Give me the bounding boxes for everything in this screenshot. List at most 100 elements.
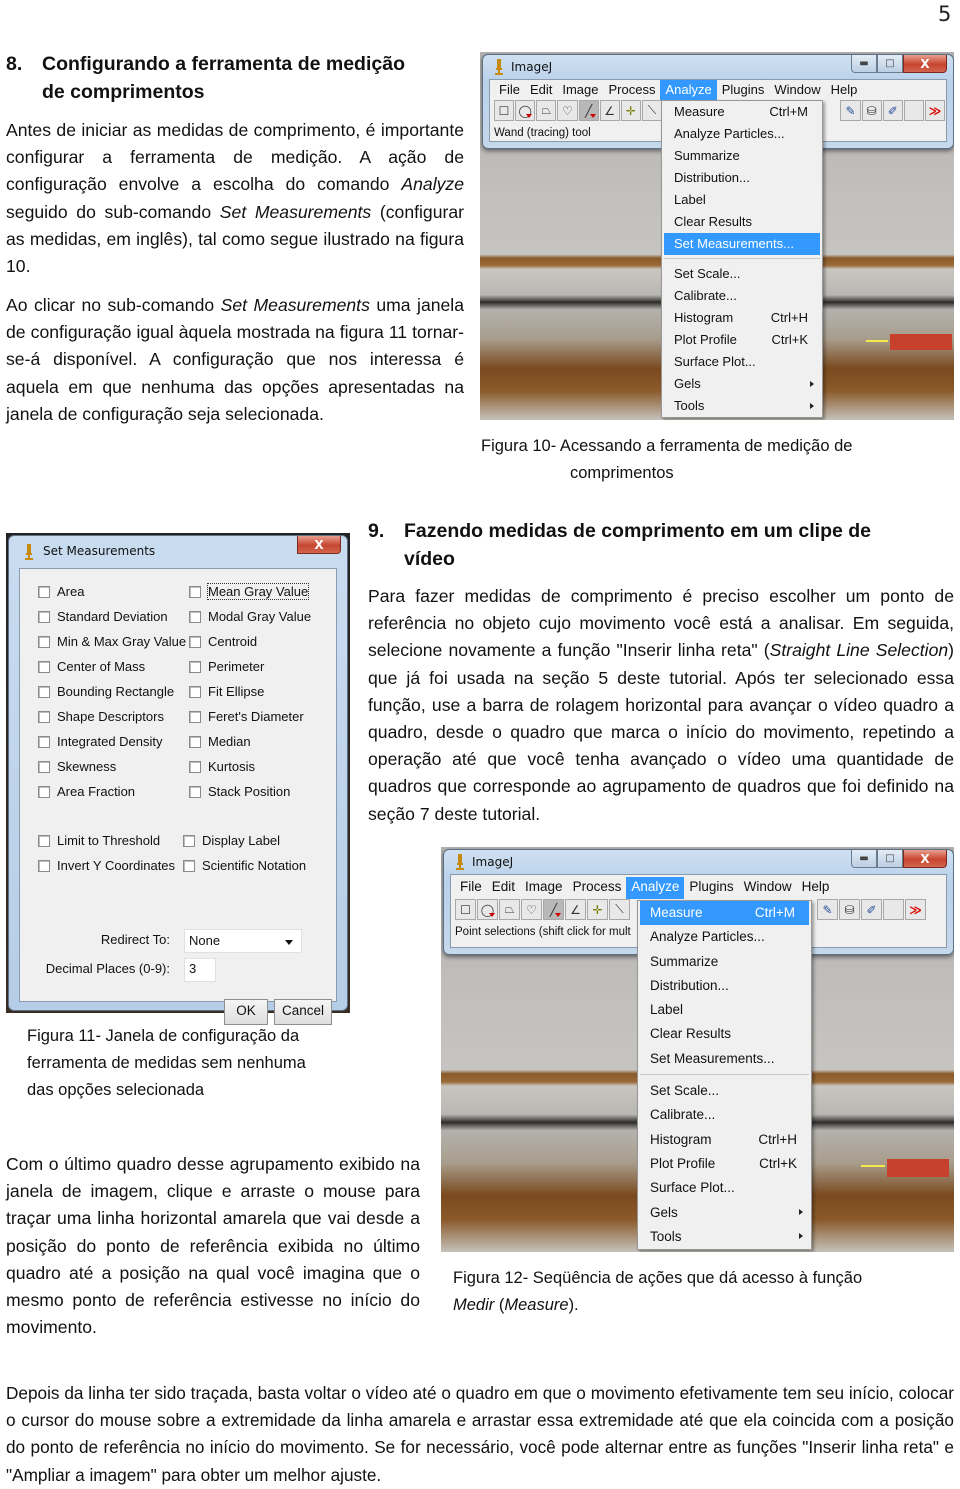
- checkbox-box[interactable]: [189, 585, 201, 598]
- oval-tool-button[interactable]: ◯: [515, 100, 536, 121]
- menu-item-set-scale[interactable]: Set Scale...: [662, 263, 822, 285]
- checkbox-box[interactable]: [38, 785, 50, 798]
- checkbox-min-max-gray-value[interactable]: Min & Max Gray Value: [38, 634, 186, 649]
- menu-item-label[interactable]: Label: [662, 189, 822, 211]
- menu-plugins[interactable]: Plugins: [717, 80, 770, 100]
- menu-item-plot-profile[interactable]: Plot Profile Ctrl+K: [662, 329, 822, 351]
- color-picker-tool-button[interactable]: ✐: [861, 899, 882, 920]
- decimal-places-input[interactable]: 3: [184, 958, 216, 982]
- menu-item-gels[interactable]: Gels: [662, 373, 822, 395]
- checkbox-box[interactable]: [38, 710, 50, 723]
- freehand-tool-button[interactable]: ♡: [557, 100, 578, 121]
- menu-item-summarize[interactable]: Summarize: [662, 145, 822, 167]
- menu-file[interactable]: File: [494, 80, 525, 100]
- rectangle-tool-button[interactable]: ☐: [494, 100, 515, 121]
- checkbox-box[interactable]: [38, 859, 50, 872]
- menu-edit[interactable]: Edit: [525, 80, 557, 100]
- menu-item-set-measurements[interactable]: Set Measurements...: [638, 1047, 811, 1071]
- checkbox-scientific-notation[interactable]: Scientific Notation: [183, 858, 306, 873]
- menu-item-histogram[interactable]: Histogram Ctrl+H: [638, 1128, 811, 1152]
- close-button[interactable]: X: [297, 536, 341, 554]
- more-tools-button[interactable]: ≫: [924, 100, 946, 121]
- freehand-tool-button[interactable]: ♡: [521, 899, 542, 920]
- maximize-button[interactable]: □: [877, 850, 903, 868]
- menu-item-calibrate[interactable]: Calibrate...: [638, 1103, 811, 1127]
- checkbox-fit-ellipse[interactable]: Fit Ellipse: [189, 684, 264, 699]
- brush-tool-button[interactable]: ✎: [817, 899, 838, 920]
- color-picker-tool-button[interactable]: ✐: [882, 100, 903, 121]
- checkbox-box[interactable]: [189, 785, 201, 798]
- menu-image[interactable]: Image: [520, 877, 568, 899]
- angle-tool-button[interactable]: ∠: [565, 899, 586, 920]
- checkbox-box[interactable]: [189, 760, 201, 773]
- checkbox-box[interactable]: [38, 610, 50, 623]
- close-button[interactable]: X: [903, 55, 947, 73]
- checkbox-invert-y-coordinates[interactable]: Invert Y Coordinates: [38, 858, 175, 873]
- menu-item-label[interactable]: Label: [638, 998, 811, 1022]
- menu-item-plot-profile[interactable]: Plot Profile Ctrl+K: [638, 1152, 811, 1176]
- cancel-button[interactable]: Cancel: [274, 999, 332, 1025]
- checkbox-box[interactable]: [38, 635, 50, 648]
- menu-item-distribution[interactable]: Distribution...: [662, 167, 822, 189]
- maximize-button[interactable]: □: [877, 55, 903, 73]
- checkbox-standard-deviation[interactable]: Standard Deviation: [38, 609, 168, 624]
- more-tools-button[interactable]: ≫: [905, 899, 926, 920]
- checkbox-box[interactable]: [183, 859, 195, 872]
- checkbox-box[interactable]: [38, 760, 50, 773]
- checkbox-box[interactable]: [189, 735, 201, 748]
- redirect-select[interactable]: None: [184, 929, 302, 953]
- rectangle-tool-button[interactable]: ☐: [455, 899, 476, 920]
- menu-analyze[interactable]: Analyze: [626, 877, 685, 899]
- menu-item-analyze-particles[interactable]: Analyze Particles...: [638, 925, 811, 949]
- menu-help[interactable]: Help: [797, 877, 835, 899]
- menu-edit[interactable]: Edit: [487, 877, 520, 899]
- menu-item-tools[interactable]: Tools: [662, 395, 822, 417]
- menu-item-measure[interactable]: Measure Ctrl+M: [662, 101, 822, 123]
- brush-tool-button[interactable]: ✎: [840, 100, 861, 121]
- menu-process[interactable]: Process: [568, 877, 627, 899]
- checkbox-skewness[interactable]: Skewness: [38, 759, 116, 774]
- checkbox-modal-gray-value[interactable]: Modal Gray Value: [189, 609, 311, 624]
- menu-item-clear-results[interactable]: Clear Results: [662, 211, 822, 233]
- wand-tool-button[interactable]: ⟍: [609, 899, 630, 920]
- angle-tool-button[interactable]: ∠: [599, 100, 620, 121]
- checkbox-stack-position[interactable]: Stack Position: [189, 784, 290, 799]
- oval-tool-button[interactable]: ◯: [477, 899, 498, 920]
- checkbox-area[interactable]: Area: [38, 584, 84, 599]
- checkbox-feret-s-diameter[interactable]: Feret's Diameter: [189, 709, 304, 724]
- menu-item-histogram[interactable]: Histogram Ctrl+H: [662, 307, 822, 329]
- polygon-tool-button[interactable]: ⏢: [536, 100, 557, 121]
- menu-item-surface-plot[interactable]: Surface Plot...: [638, 1176, 811, 1200]
- checkbox-box[interactable]: [38, 685, 50, 698]
- menu-item-summarize[interactable]: Summarize: [638, 950, 811, 974]
- minimize-button[interactable]: ▬: [851, 850, 877, 868]
- checkbox-box[interactable]: [38, 660, 50, 673]
- checkbox-box[interactable]: [38, 735, 50, 748]
- polygon-tool-button[interactable]: ⏢: [499, 899, 520, 920]
- checkbox-box[interactable]: [189, 610, 201, 623]
- ok-button[interactable]: OK: [224, 999, 268, 1025]
- menu-help[interactable]: Help: [826, 80, 863, 100]
- checkbox-box[interactable]: [183, 834, 195, 847]
- menu-item-surface-plot[interactable]: Surface Plot...: [662, 351, 822, 373]
- wand-tool-button[interactable]: ⟍: [641, 100, 662, 121]
- checkbox-limit-to-threshold[interactable]: Limit to Threshold: [38, 833, 160, 848]
- checkbox-area-fraction[interactable]: Area Fraction: [38, 784, 135, 799]
- checkbox-bounding-rectangle[interactable]: Bounding Rectangle: [38, 684, 174, 699]
- checkbox-median[interactable]: Median: [189, 734, 251, 749]
- menu-item-analyze-particles[interactable]: Analyze Particles...: [662, 123, 822, 145]
- menu-analyze[interactable]: Analyze: [660, 80, 717, 100]
- menu-item-calibrate[interactable]: Calibrate...: [662, 285, 822, 307]
- checkbox-box[interactable]: [38, 834, 50, 847]
- checkbox-centroid[interactable]: Centroid: [189, 634, 257, 649]
- checkbox-box[interactable]: [189, 660, 201, 673]
- menu-item-distribution[interactable]: Distribution...: [638, 974, 811, 998]
- checkbox-box[interactable]: [189, 710, 201, 723]
- checkbox-center-of-mass[interactable]: Center of Mass: [38, 659, 145, 674]
- flood-fill-tool-button[interactable]: ⛁: [839, 899, 860, 920]
- checkbox-box[interactable]: [189, 635, 201, 648]
- checkbox-integrated-density[interactable]: Integrated Density: [38, 734, 163, 749]
- checkbox-mean-gray-value[interactable]: Mean Gray Value: [189, 583, 310, 600]
- checkbox-display-label[interactable]: Display Label: [183, 833, 280, 848]
- menu-item-tools[interactable]: Tools: [638, 1225, 811, 1249]
